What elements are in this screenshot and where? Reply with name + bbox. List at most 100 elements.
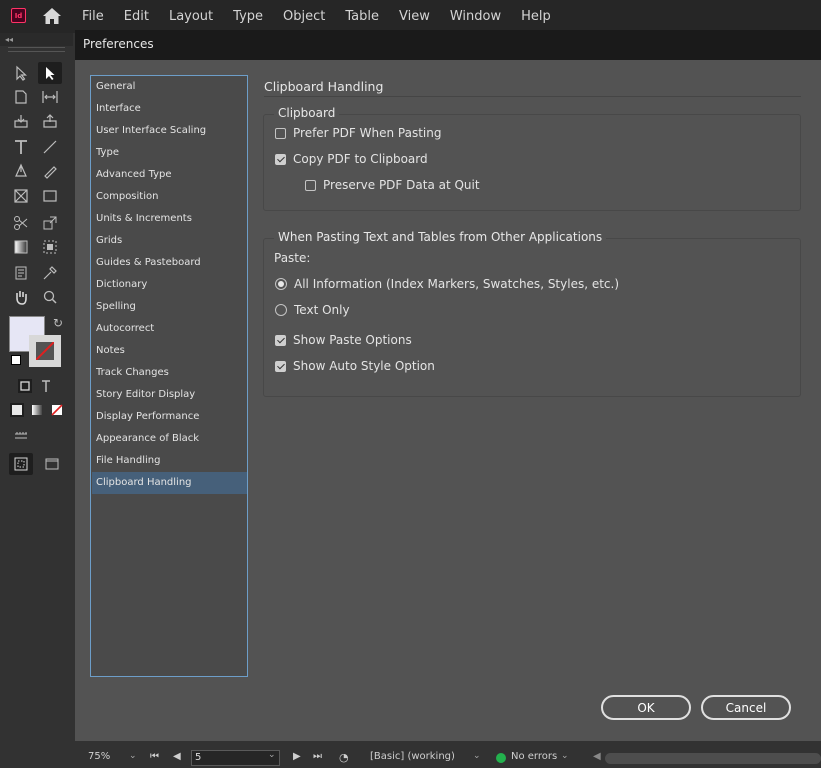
nav-item-general[interactable]: General: [92, 76, 247, 98]
page-number-field[interactable]: 5: [191, 750, 280, 766]
selection-tool-icon[interactable]: [38, 62, 62, 84]
nav-item-notes[interactable]: Notes: [92, 340, 247, 362]
menu-view[interactable]: View: [399, 9, 430, 24]
copy-pdf-option[interactable]: Copy PDF to Clipboard: [275, 152, 428, 166]
hand-tool-icon[interactable]: [9, 286, 33, 308]
line-tool-icon[interactable]: [38, 136, 62, 158]
preserve-pdf-option[interactable]: Preserve PDF Data at Quit: [305, 178, 480, 192]
note-tool-icon[interactable]: [9, 262, 33, 284]
collapse-panel-icon[interactable]: ◂◂: [5, 35, 13, 44]
show-paste-options-option[interactable]: Show Paste Options: [275, 333, 412, 347]
prefer-pdf-checkbox[interactable]: [275, 127, 286, 139]
copy-pdf-label: Copy PDF to Clipboard: [293, 152, 428, 166]
nav-item-guides-pasteboard[interactable]: Guides & Pasteboard: [92, 252, 247, 274]
menu-window[interactable]: Window: [450, 9, 501, 24]
preserve-pdf-label: Preserve PDF Data at Quit: [323, 178, 480, 192]
all-information-option[interactable]: All Information (Index Markers, Swatches…: [275, 277, 619, 291]
zoom-level[interactable]: 75%: [88, 751, 110, 762]
content-placer-tool-icon[interactable]: [38, 110, 62, 132]
ok-button[interactable]: OK: [601, 695, 691, 720]
last-page-icon[interactable]: ⏭: [313, 751, 322, 762]
nav-item-type[interactable]: Type: [92, 142, 247, 164]
menu-type[interactable]: Type: [233, 9, 263, 24]
dialog-titlebar[interactable]: [75, 30, 821, 60]
show-paste-options-checkbox[interactable]: [275, 334, 286, 346]
next-page-icon[interactable]: ▶: [293, 751, 301, 762]
nav-item-autocorrect[interactable]: Autocorrect: [92, 318, 247, 340]
show-auto-style-label: Show Auto Style Option: [293, 359, 435, 373]
menu-table[interactable]: Table: [345, 9, 379, 24]
text-only-radio[interactable]: [275, 304, 287, 316]
gradient-swatch-tool-icon[interactable]: [9, 236, 33, 258]
text-only-option[interactable]: Text Only: [275, 303, 350, 317]
nav-item-track-changes[interactable]: Track Changes: [92, 362, 247, 384]
rectangle-frame-tool-icon[interactable]: [9, 185, 33, 207]
nav-item-story-editor-display[interactable]: Story Editor Display: [92, 384, 247, 406]
stroke-swatch[interactable]: [29, 335, 61, 367]
profile-dropdown-icon[interactable]: ⌄: [473, 751, 481, 761]
pencil-tool-icon[interactable]: [38, 160, 62, 182]
default-fill-stroke-icon[interactable]: [11, 355, 21, 365]
preflight-dropdown-icon[interactable]: ⌄: [561, 751, 569, 761]
eyedropper-tool-icon[interactable]: [38, 262, 62, 284]
content-collector-tool-icon[interactable]: [9, 110, 33, 132]
zoom-dropdown-icon[interactable]: ⌄: [129, 751, 137, 761]
menu-object[interactable]: Object: [283, 9, 325, 24]
all-information-label: All Information (Index Markers, Swatches…: [294, 277, 620, 291]
horizontal-scrollbar[interactable]: [605, 753, 821, 764]
direct-selection-tool-icon[interactable]: [9, 62, 33, 84]
panel-grip[interactable]: [8, 47, 65, 52]
screen-mode-icon[interactable]: [40, 453, 64, 475]
menu-file[interactable]: File: [82, 9, 104, 24]
nav-item-advanced-type[interactable]: Advanced Type: [92, 164, 247, 186]
menu-edit[interactable]: Edit: [124, 9, 149, 24]
nav-item-clipboard-handling[interactable]: Clipboard Handling: [92, 472, 247, 494]
nav-item-dictionary[interactable]: Dictionary: [92, 274, 247, 296]
first-page-icon[interactable]: ⏮: [150, 751, 159, 762]
pasting-group: [263, 238, 801, 397]
preflight-profile[interactable]: [Basic] (working): [370, 751, 455, 762]
normal-mode-icon[interactable]: [9, 453, 33, 475]
nav-item-spelling[interactable]: Spelling: [92, 296, 247, 318]
zoom-tool-icon[interactable]: [38, 286, 62, 308]
nav-item-composition[interactable]: Composition: [92, 186, 247, 208]
nav-item-grids[interactable]: Grids: [92, 230, 247, 252]
menu-help[interactable]: Help: [521, 9, 551, 24]
show-auto-style-checkbox[interactable]: [275, 360, 286, 372]
indesign-app-icon[interactable]: Id: [11, 8, 26, 23]
rectangle-tool-icon[interactable]: [38, 185, 62, 207]
page-dropdown-icon[interactable]: ⌄: [268, 750, 276, 760]
preferences-nav-list: General Interface User Interface Scaling…: [90, 75, 248, 677]
formatting-text-icon[interactable]: [34, 375, 58, 397]
nav-item-appearance-of-black[interactable]: Appearance of Black: [92, 428, 247, 450]
cancel-button[interactable]: Cancel: [701, 695, 791, 720]
free-transform-tool-icon[interactable]: [38, 212, 62, 234]
apply-none-icon[interactable]: [45, 399, 69, 421]
prefer-pdf-option[interactable]: Prefer PDF When Pasting: [275, 126, 441, 140]
pen-tool-icon[interactable]: [9, 160, 33, 182]
page-tool-icon[interactable]: [9, 86, 33, 108]
show-auto-style-option[interactable]: Show Auto Style Option: [275, 359, 435, 373]
scissors-tool-icon[interactable]: [9, 212, 33, 234]
view-mode-icon[interactable]: [9, 425, 33, 447]
swap-fill-stroke-icon[interactable]: ↻: [53, 316, 63, 330]
gradient-feather-tool-icon[interactable]: [38, 236, 62, 258]
nav-item-file-handling[interactable]: File Handling: [92, 450, 247, 472]
menu-layout[interactable]: Layout: [169, 9, 213, 24]
preflight-status: No errors: [511, 751, 558, 762]
preserve-pdf-checkbox[interactable]: [305, 179, 316, 191]
all-information-radio[interactable]: [275, 278, 287, 290]
type-tool-icon[interactable]: [9, 136, 33, 158]
nav-item-units-increments[interactable]: Units & Increments: [92, 208, 247, 230]
copy-pdf-checkbox[interactable]: [275, 153, 286, 165]
nav-item-user-interface-scaling[interactable]: User Interface Scaling: [92, 120, 247, 142]
previous-page-icon[interactable]: ◀: [173, 751, 181, 762]
open-page-icon[interactable]: ◔: [339, 751, 349, 764]
section-title: Clipboard Handling: [264, 79, 384, 94]
scroll-left-icon[interactable]: ◀: [593, 751, 601, 762]
gap-tool-icon[interactable]: [38, 86, 62, 108]
home-icon[interactable]: [41, 6, 63, 26]
nav-item-interface[interactable]: Interface: [92, 98, 247, 120]
prefer-pdf-label: Prefer PDF When Pasting: [293, 126, 442, 140]
nav-item-display-performance[interactable]: Display Performance: [92, 406, 247, 428]
